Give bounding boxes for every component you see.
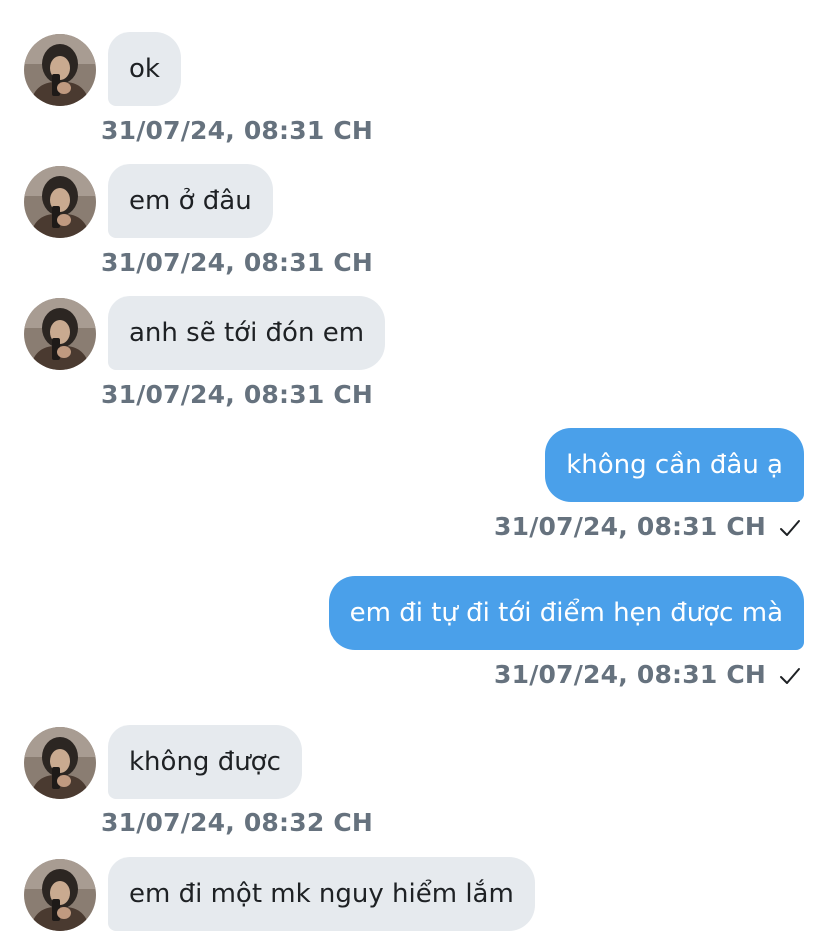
message-bubble-incoming[interactable]: em ở đâu bbox=[108, 164, 273, 238]
message-timestamp: 31/07/24, 08:31 CH bbox=[101, 116, 373, 145]
avatar-photo bbox=[24, 859, 96, 931]
message-text: em đi một mk nguy hiểm lắm bbox=[129, 879, 514, 909]
check-icon bbox=[780, 520, 800, 536]
message-text: không được bbox=[129, 747, 281, 777]
message-timestamp: 31/07/24, 08:32 CH bbox=[101, 808, 373, 837]
contact-avatar[interactable] bbox=[24, 298, 96, 370]
contact-avatar[interactable] bbox=[24, 166, 96, 238]
message-bubble-incoming[interactable]: em đi một mk nguy hiểm lắm bbox=[108, 857, 535, 931]
message-bubble-outgoing[interactable]: em đi tự đi tới điểm hẹn được mà bbox=[328, 576, 804, 650]
message-bubble-incoming[interactable]: anh sẽ tới đón em bbox=[108, 296, 386, 370]
message-text: anh sẽ tới đón em bbox=[129, 318, 365, 348]
avatar-photo bbox=[24, 298, 96, 370]
message-timestamp: 31/07/24, 08:31 CH bbox=[101, 248, 373, 277]
message-text: em ở đâu bbox=[129, 186, 252, 216]
contact-avatar[interactable] bbox=[24, 859, 96, 931]
message-text: ok bbox=[129, 54, 160, 84]
message-bubble-incoming[interactable]: không được bbox=[108, 725, 302, 799]
message-timestamp: 31/07/24, 08:31 CH bbox=[101, 380, 373, 409]
avatar-photo bbox=[24, 727, 96, 799]
chat-thread: ok 31/07/24, 08:31 CH em ở đâu 31/07/24,… bbox=[0, 0, 828, 937]
message-text: không cần đâu ạ bbox=[566, 450, 783, 480]
message-text: em đi tự đi tới điểm hẹn được mà bbox=[349, 598, 783, 628]
message-timestamp: 31/07/24, 08:31 CH bbox=[494, 660, 766, 689]
check-icon bbox=[780, 668, 800, 684]
message-timestamp: 31/07/24, 08:31 CH bbox=[494, 512, 766, 541]
message-bubble-incoming[interactable]: ok bbox=[108, 32, 181, 106]
message-bubble-outgoing[interactable]: không cần đâu ạ bbox=[545, 428, 804, 502]
contact-avatar[interactable] bbox=[24, 34, 96, 106]
avatar-photo bbox=[24, 34, 96, 106]
contact-avatar[interactable] bbox=[24, 727, 96, 799]
avatar-photo bbox=[24, 166, 96, 238]
